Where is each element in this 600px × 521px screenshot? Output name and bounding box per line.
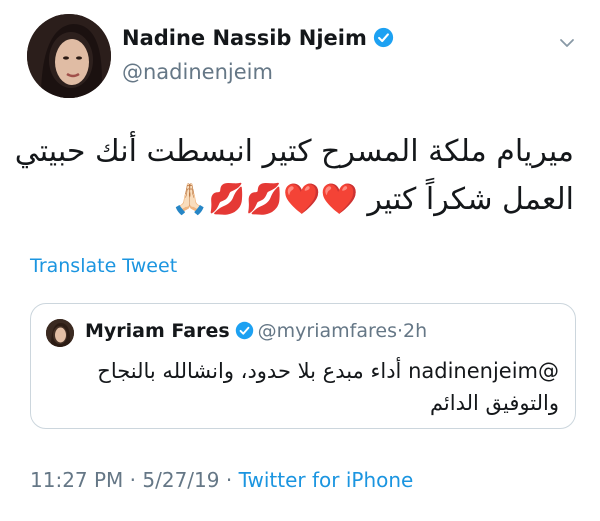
verified-badge-icon — [373, 27, 394, 48]
quoted-author-handle[interactable]: @myriamfares — [258, 320, 397, 342]
quoted-timestamp[interactable]: 2h — [403, 320, 427, 342]
tweet-metadata: 11:27 PM · 5/27/19 · Twitter for iPhone — [30, 468, 413, 492]
quoted-tweet-card[interactable]: Myriam Fares @myriamfares·2h @nadinenjeim… — [30, 303, 576, 429]
meta-separator: · — [219, 468, 239, 492]
quoted-author-avatar[interactable] — [46, 319, 74, 347]
tweet-detail: Nadine Nassib Njeim @nadinenjeim ميريام … — [0, 0, 600, 521]
quoted-avatar-image — [46, 319, 74, 347]
author-name[interactable]: Nadine Nassib Njeim — [122, 26, 394, 50]
tweet-text-line-2: العمل شكراً كتير ❤️❤️💋💋🙏🏻 — [171, 182, 574, 217]
quoted-text-line-2: والتوفيق الدائم — [429, 391, 559, 415]
quoted-tweet-text: @nadinenjeim أداء مبدع بلا حدود، وانشالل… — [49, 355, 559, 419]
quoted-author-name[interactable]: Myriam Fares — [85, 320, 230, 342]
quoted-tweet-header: Myriam Fares @myriamfares·2h — [85, 320, 427, 342]
meta-separator: · — [123, 468, 143, 492]
tweet-date[interactable]: 5/27/19 — [142, 468, 219, 492]
author-name-text[interactable]: Nadine Nassib Njeim — [122, 26, 367, 50]
chevron-down-icon[interactable] — [558, 34, 576, 52]
tweet-source-link[interactable]: Twitter for iPhone — [239, 468, 414, 492]
avatar-image — [27, 14, 111, 98]
tweet-text-line-1: ميريام ملكة المسرح كتير انبسطت أنك حبيتي — [14, 134, 574, 169]
tweet-time[interactable]: 11:27 PM — [30, 468, 123, 492]
author-handle[interactable]: @nadinenjeim — [122, 60, 273, 84]
verified-badge-icon — [235, 321, 254, 340]
translate-tweet-link[interactable]: Translate Tweet — [30, 255, 177, 277]
tweet-text: ميريام ملكة المسرح كتير انبسطت أنك حبيتي… — [14, 128, 574, 224]
quoted-text-line-1: @nadinenjeim أداء مبدع بلا حدود، وانشالل… — [97, 359, 559, 383]
author-avatar[interactable] — [27, 14, 111, 98]
